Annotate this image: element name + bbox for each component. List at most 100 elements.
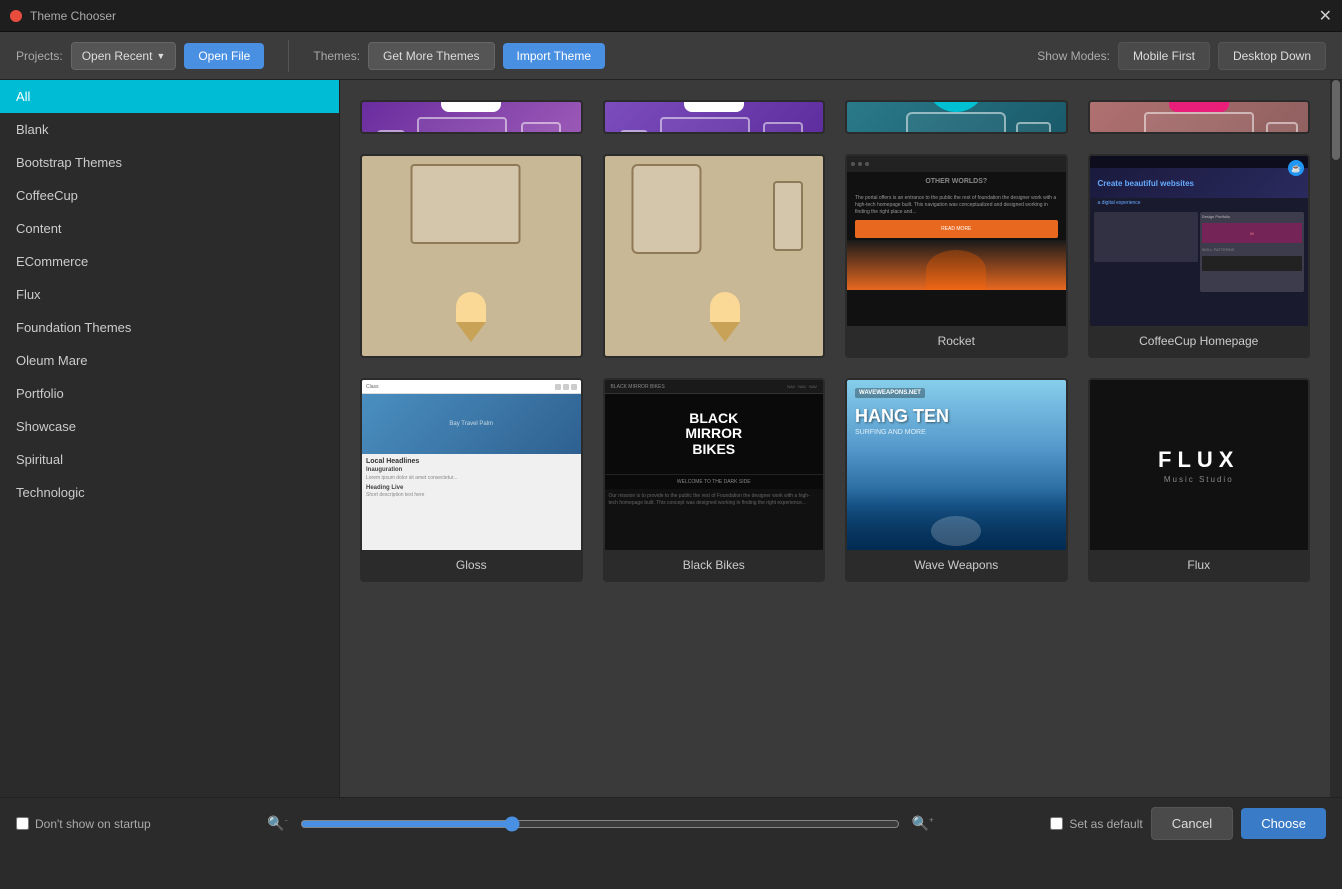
- dont-show-checkbox-label[interactable]: Don't show on startup: [16, 817, 151, 831]
- phone-mockup: [521, 122, 561, 132]
- desktop-mockup: [632, 164, 702, 254]
- get-more-themes-button[interactable]: Get More Themes: [368, 42, 494, 70]
- sidebar-item-spiritual[interactable]: Spiritual: [0, 443, 339, 476]
- theme-card-blackbikes[interactable]: BLACK MIRROR BIKES NAV NAV NAV BLACKMIRR…: [603, 378, 826, 582]
- phone-mockup: [773, 181, 803, 251]
- theme-thumb-materialize: M: [1090, 102, 1309, 132]
- set-as-default-label[interactable]: Set as default: [1050, 817, 1142, 831]
- show-modes-section: Show Modes: Mobile First Desktop Down: [1037, 42, 1326, 70]
- bootstrap-icon: B3: [441, 102, 501, 112]
- theme-thumb-flux: FLUX Music Studio: [1090, 380, 1309, 550]
- themes-label: Themes:: [313, 49, 360, 63]
- theme-card-flux[interactable]: FLUX Music Studio Flux: [1088, 378, 1311, 582]
- theme-thumb-bootstrap3: B3: [362, 102, 581, 132]
- theme-thumb-blackbikes: BLACK MIRROR BIKES NAV NAV NAV BLACKMIRR…: [605, 380, 824, 550]
- toolbar: Projects: Open Recent ▼ Open File Themes…: [0, 32, 1342, 80]
- theme-name-foundation: Foundation: [847, 132, 1066, 134]
- dont-show-label: Don't show on startup: [35, 817, 151, 831]
- themes-section: Themes: Get More Themes Import Theme: [313, 42, 605, 70]
- phone-small-mockup: [377, 130, 405, 132]
- theme-thumb-bootstrap4: B4: [605, 102, 824, 132]
- phone-mockup: [1266, 122, 1298, 132]
- window-close-dot[interactable]: [10, 10, 22, 22]
- ice-cream-icon: [710, 292, 740, 342]
- set-as-default-checkbox[interactable]: [1050, 817, 1063, 830]
- materialize-icon: M: [1169, 102, 1229, 112]
- theme-card-materialize[interactable]: M Materialize: [1088, 100, 1311, 134]
- zoom-controls: 🔍- 🔍+: [167, 815, 1035, 832]
- cancel-button[interactable]: Cancel: [1151, 807, 1233, 840]
- sidebar-item-flux[interactable]: Flux: [0, 278, 339, 311]
- theme-card-rocket[interactable]: OTHER WORLDS? The portal offers is an en…: [845, 154, 1068, 358]
- close-button[interactable]: ✕: [1319, 6, 1332, 26]
- projects-section: Projects: Open Recent ▼ Open File: [16, 42, 264, 70]
- theme-thumb-gloss: Class Bay Travel Palm: [362, 380, 581, 550]
- zoom-in-icon[interactable]: 🔍+: [912, 815, 934, 832]
- sidebar-item-oleum-mare[interactable]: Oleum Mare: [0, 344, 339, 377]
- theme-name-blackbikes: Black Bikes: [605, 550, 824, 580]
- zoom-slider[interactable]: [300, 816, 900, 832]
- theme-thumb-wave: WAVEWEAPONS.NET HANG TEN SURFING AND MOR…: [847, 380, 1066, 550]
- coffeecup-logo-badge: ☕: [1288, 160, 1304, 176]
- set-as-default-text: Set as default: [1069, 817, 1142, 831]
- sidebar-item-all[interactable]: All: [0, 80, 339, 113]
- dropdown-arrow-icon: ▼: [156, 51, 165, 61]
- title-bar-left: Theme Chooser: [10, 9, 116, 23]
- sidebar-item-technologic[interactable]: Technologic: [0, 476, 339, 509]
- theme-card-vanilla-dd[interactable]: VanillaCSS Desktop Down: [360, 154, 583, 358]
- sidebar-item-bootstrap-themes[interactable]: Bootstrap Themes: [0, 146, 339, 179]
- sidebar-item-blank[interactable]: Blank: [0, 113, 339, 146]
- ice-cream-icon: [456, 292, 486, 342]
- sidebar-item-ecommerce[interactable]: ECommerce: [0, 245, 339, 278]
- zoom-out-icon[interactable]: 🔍-: [267, 815, 287, 832]
- theme-name-wave: Wave Weapons: [847, 550, 1066, 580]
- sidebar-item-content[interactable]: Content: [0, 212, 339, 245]
- foundation-icon: F: [926, 102, 986, 112]
- theme-card-wave[interactable]: WAVEWEAPONS.NET HANG TEN SURFING AND MOR…: [845, 378, 1068, 582]
- mobile-first-button[interactable]: Mobile First: [1118, 42, 1210, 70]
- dont-show-checkbox[interactable]: [16, 817, 29, 830]
- theme-card-vanilla-mf[interactable]: VanillaCSS Mobile First: [603, 154, 826, 358]
- theme-thumb-coffeecup: Create beautiful websites a digital expe…: [1090, 156, 1309, 326]
- theme-card-coffeecup[interactable]: Create beautiful websites a digital expe…: [1088, 154, 1311, 358]
- import-theme-button[interactable]: Import Theme: [503, 43, 605, 69]
- theme-name-gloss: Gloss: [362, 550, 581, 580]
- show-modes-label: Show Modes:: [1037, 49, 1110, 63]
- sidebar-item-coffeecup[interactable]: CoffeeCup: [0, 179, 339, 212]
- desktop-mockup: [411, 164, 521, 244]
- theme-card-bootstrap4[interactable]: B4 Bootstrap 4: [603, 100, 826, 134]
- theme-card-bootstrap3[interactable]: B3 Bootstrap 3: [360, 100, 583, 134]
- theme-name-rocket: Rocket: [847, 326, 1066, 356]
- theme-name-materialize: Materialize: [1090, 132, 1309, 134]
- theme-grid-container[interactable]: B3 Bootstrap 3 B4 Bootstrap 4: [340, 80, 1330, 797]
- theme-thumb-foundation: F: [847, 102, 1066, 132]
- open-file-button[interactable]: Open File: [184, 43, 264, 69]
- tablet-mockup: [417, 117, 507, 132]
- theme-name-bootstrap3: Bootstrap 3: [362, 132, 581, 134]
- desktop-down-button[interactable]: Desktop Down: [1218, 42, 1326, 70]
- theme-thumb-rocket: OTHER WORLDS? The portal offers is an en…: [847, 156, 1066, 326]
- open-recent-label: Open Recent: [82, 49, 153, 63]
- theme-grid: B3 Bootstrap 3 B4 Bootstrap 4: [360, 100, 1310, 582]
- scrollbar-thumb[interactable]: [1332, 80, 1340, 160]
- theme-card-gloss[interactable]: Class Bay Travel Palm: [360, 378, 583, 582]
- sidebar-item-portfolio[interactable]: Portfolio: [0, 377, 339, 410]
- main-area: All Blank Bootstrap Themes CoffeeCup Con…: [0, 80, 1342, 797]
- theme-name-flux: Flux: [1090, 550, 1309, 580]
- phone-mockup: [763, 122, 803, 132]
- tablet-mockup: [660, 117, 750, 132]
- theme-name-coffeecup: CoffeeCup Homepage: [1090, 326, 1309, 356]
- open-recent-button[interactable]: Open Recent ▼: [71, 42, 177, 70]
- choose-button[interactable]: Choose: [1241, 808, 1326, 839]
- sidebar-item-showcase[interactable]: Showcase: [0, 410, 339, 443]
- theme-name-vanilla-dd: VanillaCSS Desktop Down: [362, 356, 581, 358]
- sidebar: All Blank Bootstrap Themes CoffeeCup Con…: [0, 80, 340, 797]
- scrollbar-track[interactable]: [1330, 80, 1342, 797]
- bootstrap4-icon: B4: [684, 102, 744, 112]
- desktop-mockup: [1144, 112, 1254, 132]
- window-title: Theme Chooser: [30, 9, 116, 23]
- bottom-bar: Don't show on startup 🔍- 🔍+ Set as defau…: [0, 797, 1342, 849]
- sidebar-item-foundation-themes[interactable]: Foundation Themes: [0, 311, 339, 344]
- theme-name-bootstrap4: Bootstrap 4: [605, 132, 824, 134]
- theme-card-foundation[interactable]: F Foundation: [845, 100, 1068, 134]
